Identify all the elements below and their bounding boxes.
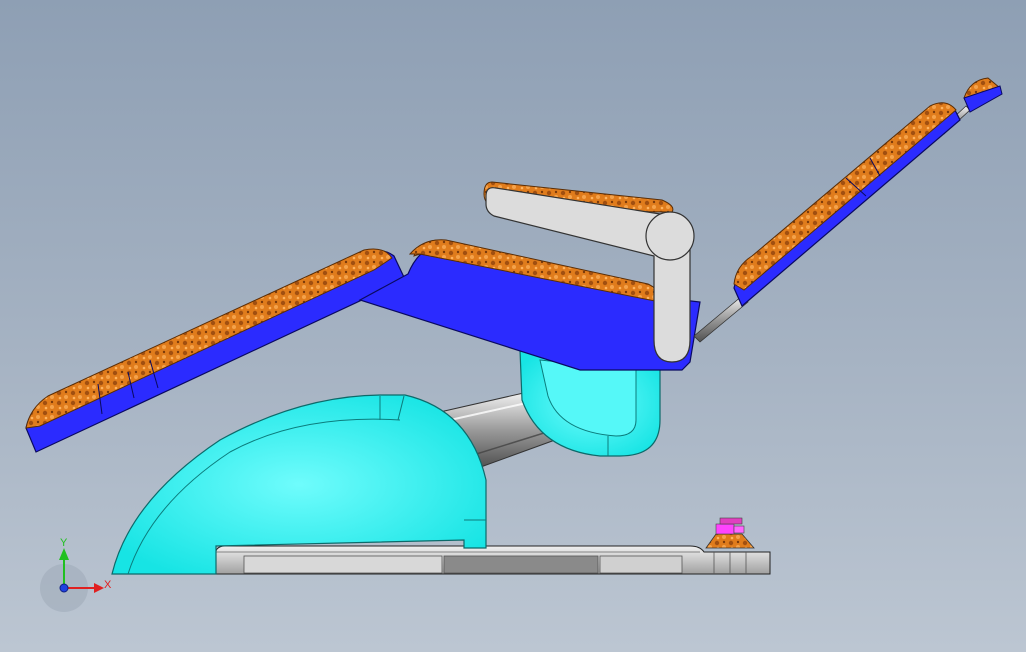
y-axis-label: Y: [60, 537, 68, 549]
model-view[interactable]: Y X: [0, 0, 1026, 652]
coordinate-triad: Y X: [40, 537, 112, 612]
foot-control[interactable]: [705, 517, 755, 549]
cad-viewport[interactable]: Y X: [0, 0, 1026, 652]
x-axis-label: X: [104, 579, 112, 591]
seat[interactable]: [358, 239, 701, 371]
headrest[interactable]: [963, 77, 1003, 113]
floor-plate[interactable]: [214, 545, 771, 575]
backrest[interactable]: [733, 102, 961, 307]
